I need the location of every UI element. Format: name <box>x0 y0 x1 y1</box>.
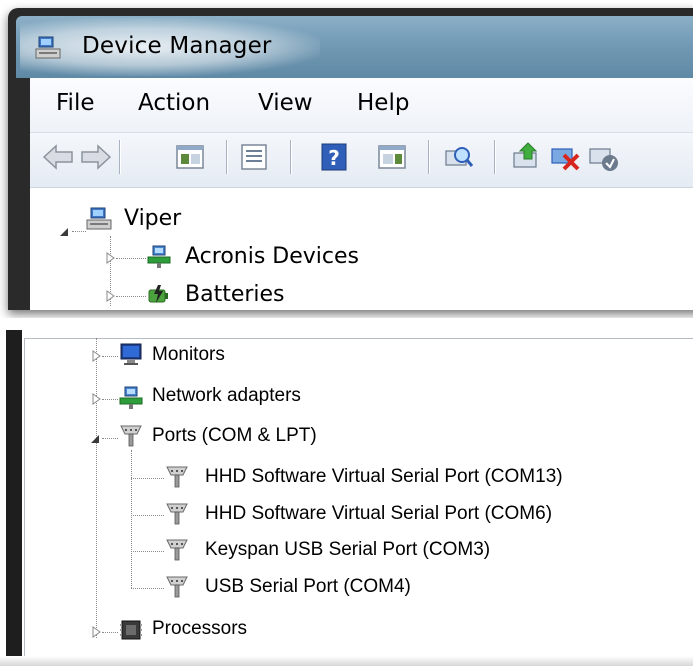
tree-connector <box>116 296 146 297</box>
network-device-icon <box>147 245 171 268</box>
tree-root-viper[interactable]: Viper <box>124 206 181 231</box>
collapsed-triangle-icon[interactable] <box>90 393 102 405</box>
battery-icon <box>148 285 168 303</box>
tree-node-network-adapters[interactable]: Network adapters <box>152 385 301 407</box>
port-icon <box>166 466 188 488</box>
tree-node-port-com13[interactable]: HHD Software Virtual Serial Port (COM13) <box>205 466 563 488</box>
forward-arrow-icon[interactable] <box>78 139 114 175</box>
tree-node-processors[interactable]: Processors <box>152 618 247 640</box>
uninstall-icon[interactable] <box>548 139 584 175</box>
port-icon <box>120 425 142 447</box>
computer-icon <box>86 207 112 230</box>
properties-icon[interactable] <box>236 139 272 175</box>
svg-text:?: ? <box>328 146 340 170</box>
tree-node-acronis-devices[interactable]: Acronis Devices <box>185 244 359 269</box>
action-pane-icon[interactable] <box>374 139 410 175</box>
tree-connector <box>131 450 132 588</box>
tree-node-ports[interactable]: Ports (COM & LPT) <box>152 425 317 447</box>
network-adapter-icon <box>119 386 143 409</box>
toolbar-separator <box>494 140 496 174</box>
top-window-crop: Device Manager File Action View Help ? V… <box>0 0 693 318</box>
toolbar-separator <box>119 140 121 174</box>
tree-connector <box>96 338 97 638</box>
tree-connector <box>72 231 86 232</box>
port-icon <box>166 539 188 561</box>
expanded-triangle-icon[interactable] <box>89 433 101 445</box>
toolbar-separator <box>226 140 228 174</box>
tree-node-port-com4[interactable]: USB Serial Port (COM4) <box>205 576 411 598</box>
port-icon <box>166 576 188 598</box>
update-driver-icon[interactable] <box>508 139 544 175</box>
enable-device-icon[interactable] <box>586 139 622 175</box>
panel-bottom-edge <box>0 656 693 666</box>
toolbar-separator <box>290 140 292 174</box>
tree-node-monitors[interactable]: Monitors <box>152 344 225 366</box>
help-icon[interactable]: ? <box>316 139 352 175</box>
tree-connector <box>102 438 118 439</box>
tree-connector <box>102 356 118 357</box>
device-manager-icon <box>35 36 61 59</box>
window-title: Device Manager <box>82 33 272 59</box>
tree-node-port-com3[interactable]: Keyspan USB Serial Port (COM3) <box>205 539 490 561</box>
tree-connector <box>131 588 164 589</box>
processor-icon <box>120 620 142 640</box>
collapsed-triangle-icon[interactable] <box>104 252 116 264</box>
toolbar-separator <box>428 140 430 174</box>
show-hide-console-tree-icon[interactable] <box>172 139 208 175</box>
tree-connector <box>102 632 118 633</box>
tree-connector <box>131 515 164 516</box>
menu-file[interactable]: File <box>56 90 95 116</box>
scan-hardware-changes-icon[interactable] <box>440 139 476 175</box>
tree-connector <box>131 478 164 479</box>
port-icon <box>166 503 188 525</box>
collapsed-triangle-icon[interactable] <box>104 290 116 302</box>
menu-action[interactable]: Action <box>138 90 210 116</box>
tree-node-batteries[interactable]: Batteries <box>185 282 285 307</box>
menu-view[interactable]: View <box>258 90 313 116</box>
collapsed-triangle-icon[interactable] <box>90 626 102 638</box>
expanded-triangle-icon[interactable] <box>58 226 70 238</box>
collapsed-triangle-icon[interactable] <box>90 350 102 362</box>
tree-connector <box>102 399 118 400</box>
monitor-icon <box>120 343 142 365</box>
window-frame-edge <box>6 330 22 660</box>
tree-connector <box>131 551 164 552</box>
back-arrow-icon[interactable] <box>40 139 76 175</box>
tree-node-port-com6[interactable]: HHD Software Virtual Serial Port (COM6) <box>205 503 552 525</box>
menu-help[interactable]: Help <box>357 90 409 116</box>
tree-connector <box>116 258 146 259</box>
